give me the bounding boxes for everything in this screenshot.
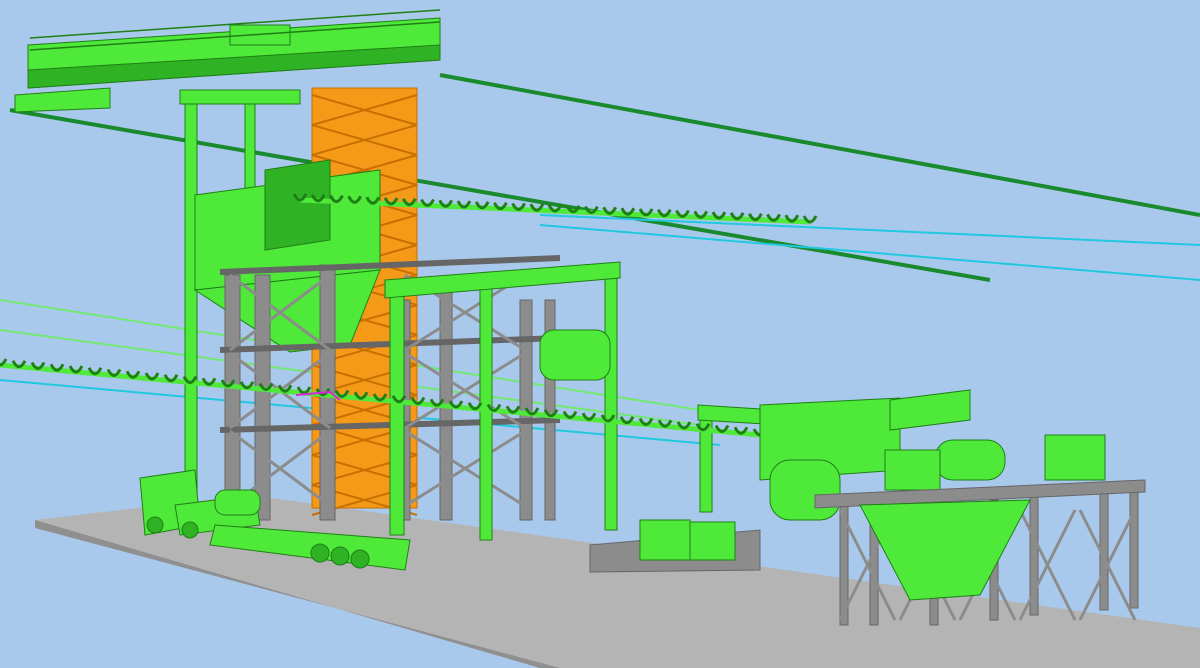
crane-leg-left	[184, 99, 198, 501]
small-motor	[639, 519, 691, 561]
small-motor	[689, 521, 736, 561]
crusher-housing	[264, 159, 331, 251]
crane-crossbeam	[179, 89, 301, 105]
steel-column	[1129, 487, 1139, 609]
gearbox-motor	[1044, 434, 1106, 481]
trailer-wheel	[350, 549, 370, 569]
truck-wheel	[146, 516, 164, 534]
portal-column	[604, 269, 618, 531]
cad-viewport[interactable]	[0, 0, 1200, 668]
portal-column	[389, 284, 405, 536]
steel-column	[224, 274, 241, 521]
truck-wheel	[181, 521, 199, 539]
plant-3d-scene[interactable]	[0, 0, 1200, 668]
gearbox-motor	[884, 449, 941, 491]
ball-mill	[769, 459, 841, 521]
truck-tank	[214, 489, 261, 516]
trailer-wheel	[310, 543, 330, 563]
drive-motor	[539, 329, 611, 381]
trailer-wheel	[330, 546, 350, 566]
mill-drum	[934, 439, 1006, 481]
